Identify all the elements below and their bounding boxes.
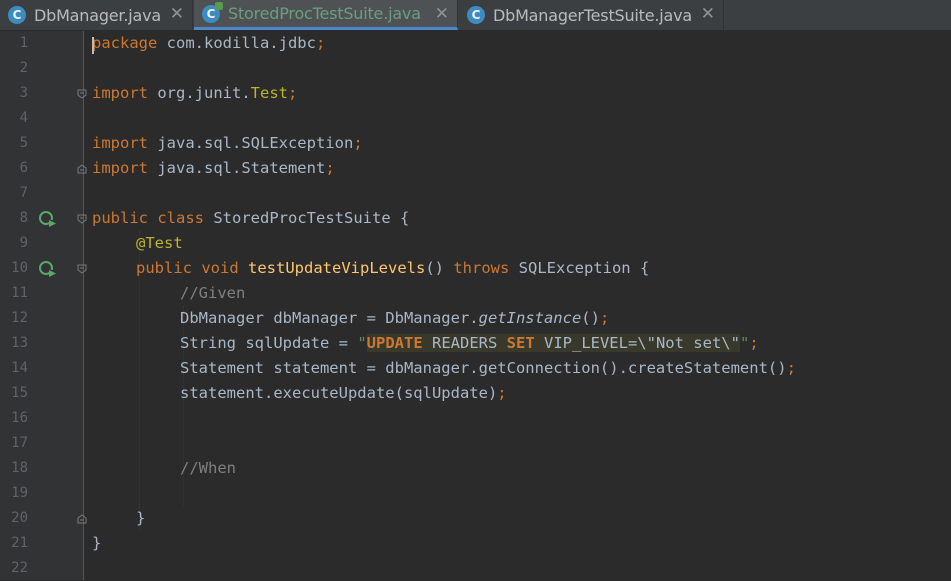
- sql-injected-fragment: UPDATE READERS SET VIP_LEVEL=\"Not set\": [366, 334, 740, 352]
- line-number-row: 4: [0, 106, 951, 131]
- import-path: java.sql.Statement: [148, 159, 326, 177]
- line-number: 17: [11, 435, 28, 451]
- line-number-row: 22: [0, 556, 951, 581]
- line-number-row: 17: [0, 431, 951, 456]
- static-method-call: getInstance: [478, 309, 582, 327]
- code-line-13: String sqlUpdate = "UPDATE READERS SET V…: [0, 331, 951, 356]
- line-number: 7: [19, 185, 28, 201]
- tab-storedproctestsuite[interactable]: C StoredProcTestSuite.java ✕: [194, 0, 458, 30]
- class-declaration: StoredProcTestSuite {: [204, 209, 410, 227]
- import-path: org.junit.: [148, 84, 251, 102]
- sql-text: VIP_LEVEL=\"Not set\": [534, 334, 740, 352]
- sql-text: READERS: [422, 334, 507, 352]
- line-number: 19: [11, 485, 28, 501]
- tab-dbmanager[interactable]: C DbManager.java ✕: [0, 0, 193, 30]
- code-line-5: import java.sql.SQLException;: [0, 131, 951, 156]
- editor-tab-bar: C DbManager.java ✕ C StoredProcTestSuite…: [0, 0, 951, 31]
- code-line-11: //Given: [0, 281, 951, 306]
- code-line-3: import org.junit.Test;: [0, 81, 951, 106]
- semicolon: ;: [599, 309, 610, 327]
- code-line-1: package com.kodilla.jdbc;: [0, 31, 951, 56]
- line-number: 22: [11, 560, 28, 576]
- statement: Statement statement = dbManager.getConne…: [180, 359, 787, 377]
- package-name: com.kodilla.jdbc: [157, 34, 316, 52]
- tab-dbmanagertestsuite[interactable]: C DbManagerTestSuite.java ✕: [459, 0, 724, 30]
- code-line-8: public class StoredProcTestSuite {: [0, 206, 951, 231]
- line-number-row: 16: [0, 406, 951, 431]
- semicolon: ;: [786, 359, 796, 377]
- test-class-icon: C: [202, 1, 223, 23]
- import-class: Test: [250, 84, 288, 102]
- closing-brace: }: [136, 509, 146, 527]
- keyword: void: [201, 259, 239, 277]
- sql-keyword: SET: [506, 334, 535, 352]
- tab-label: DbManagerTestSuite.java: [493, 5, 692, 25]
- semicolon: ;: [315, 34, 326, 52]
- parens: (): [581, 309, 600, 327]
- parameters: (): [425, 259, 454, 277]
- code-line-6: import java.sql.Statement;: [0, 156, 951, 181]
- code-line-14: Statement statement = dbManager.getConne…: [0, 356, 951, 381]
- keyword: import: [92, 134, 148, 152]
- code-editor[interactable]: 1 2 3 4 5 6 7 8 9 10 11 12 13 14 15 16 17 18 19 20 21 22 pack…: [0, 31, 951, 580]
- close-tab-icon[interactable]: ✕: [170, 4, 184, 24]
- method-name: testUpdateVipLevels: [248, 259, 426, 277]
- keyword: package: [92, 34, 158, 52]
- code-line-21: }: [0, 531, 951, 556]
- semicolon: ;: [353, 134, 363, 152]
- exception-type: SQLException {: [509, 259, 650, 277]
- import-path: java.sql.SQLException: [148, 134, 354, 152]
- semicolon: ;: [497, 384, 507, 402]
- semicolon: ;: [325, 159, 335, 177]
- keyword: import: [92, 159, 148, 177]
- closing-brace: }: [92, 534, 102, 552]
- semicolon: ;: [749, 334, 759, 352]
- statement: String sqlUpdate =: [180, 334, 358, 352]
- line-number: 16: [11, 410, 28, 426]
- line-number-row: 19: [0, 481, 951, 506]
- code-line-10: public void testUpdateVipLevels() throws…: [0, 256, 951, 281]
- statement: statement.executeUpdate(sqlUpdate): [180, 384, 498, 402]
- tab-label: DbManager.java: [34, 5, 161, 25]
- class-icon: C: [8, 6, 26, 24]
- code-line-18: //When: [0, 456, 951, 481]
- sql-keyword: UPDATE: [366, 334, 423, 352]
- code-line-12: DbManager dbManager = DbManager.getInsta…: [0, 306, 951, 331]
- line-number: 2: [19, 60, 28, 76]
- keyword: public: [92, 209, 148, 227]
- annotation: @Test: [136, 234, 183, 252]
- semicolon: ;: [287, 84, 298, 102]
- keyword: throws: [453, 259, 510, 277]
- tab-label: StoredProcTestSuite.java: [228, 4, 421, 23]
- keyword: public: [136, 259, 192, 277]
- keyword: class: [157, 209, 205, 227]
- code-line-9: @Test: [0, 231, 951, 256]
- statement: DbManager dbManager = DbManager.: [180, 309, 479, 327]
- string-quote: ": [739, 334, 750, 352]
- close-tab-icon[interactable]: ✕: [701, 4, 715, 24]
- line-number: 4: [19, 110, 28, 126]
- class-icon: C: [467, 6, 485, 24]
- code-line-20: }: [0, 506, 951, 531]
- string-quote: ": [357, 334, 367, 352]
- code-line-15: statement.executeUpdate(sqlUpdate);: [0, 381, 951, 406]
- line-number-row: 7: [0, 181, 951, 206]
- close-tab-icon[interactable]: ✕: [435, 4, 449, 24]
- comment: //Given: [180, 284, 246, 302]
- comment: //When: [180, 459, 236, 477]
- line-number-row: 2: [0, 56, 951, 81]
- keyword: import: [92, 84, 148, 102]
- text-caret: [92, 37, 94, 54]
